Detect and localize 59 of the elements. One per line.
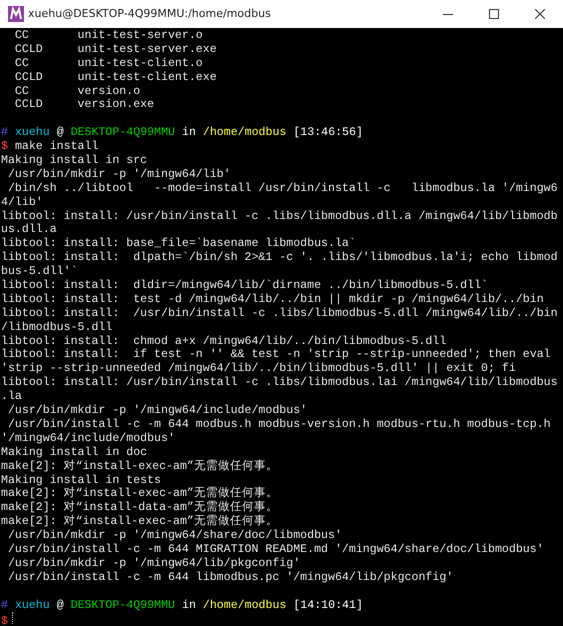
terminal-line: 4/lib' <box>1 196 44 210</box>
prompt-text: /home/modbus <box>202 598 286 612</box>
prompt-symbol: $ <box>1 140 8 154</box>
prompt-text: in <box>182 598 196 612</box>
prompt-text: # <box>1 598 8 612</box>
terminal-line: make[2]: 对“install-exec-am”无需做任何事。 <box>1 515 279 530</box>
terminal-line: 'strip --strip-unneeded /mingw64/lib/../bin/libmodbus-5.dll' || exit 0; fi <box>1 362 517 376</box>
close-icon <box>535 9 545 19</box>
terminal-line: CCLD unit-test-server.exe <box>14 42 218 57</box>
terminal-line: libtool: install: /usr/bin/install -c .libs/libmodbus-5.dll /mingw64/lib/../bin <box>1 306 559 321</box>
terminal-line: libtool: install: dldir=/mingw64/lib/`dirname ../bin/libmodbus-5.dll` <box>1 279 490 293</box>
terminal-line: '/mingw64/include/modbus' <box>1 432 176 446</box>
terminal-line: /usr/bin/mkdir -p '/mingw64/lib' <box>6 168 232 182</box>
prompt-text: DESKTOP-4Q99MMU <box>70 126 176 140</box>
terminal-line: /usr/bin/install -c -m 644 MIGRATION README.md '/mingw64/share/doc/libmodbus' <box>6 542 545 557</box>
terminal-line: libtool: install: /usr/bin/install -c .libs/libmodbus.lai /mingw64/lib/libmodbus <box>1 376 559 390</box>
prompt-text: # <box>1 126 8 140</box>
prompt-text: in <box>182 126 196 140</box>
terminal-line: make[2]: 对“install-data-am”无需做任何事。 <box>1 501 279 514</box>
terminal-line: /usr/bin/mkdir -p '/mingw64/include/modbus' <box>6 404 308 418</box>
maximize-icon <box>489 9 499 19</box>
terminal-line: CC version.o <box>14 84 142 98</box>
terminal-line: CC unit-test-server.o <box>14 29 204 43</box>
terminal-line: make[2]: 对“install-exec-am”无需做任何事。 <box>1 487 279 500</box>
terminal-line: /bin/sh ../libtool --mode=install /usr/bin/install -c libmodbus.la '/mingw6 <box>6 182 559 196</box>
window-title: xuehu@DESKTOP-4Q99MMU:/home/modbus <box>28 6 272 22</box>
prompt-text: @ <box>56 126 64 140</box>
prompt-text: xuehu <box>14 598 50 612</box>
prompt-text: @ <box>56 598 64 612</box>
terminal-line: /usr/bin/install -c -m 644 modbus.h modbus-version.h modbus-rtu.h modbus-tcp.h <box>6 418 552 432</box>
terminal-line: make[2]: 对“install-exec-am”无需做任何事。 <box>1 460 279 474</box>
terminal-line: libtool: install: chmod a+x /mingw64/lib/../bin/libmodbus-5.dll <box>1 334 448 348</box>
terminal-line: /libmodbus-5.dll <box>1 320 114 335</box>
terminal-line: us.dll.a <box>1 223 58 238</box>
terminal-line: CC unit-test-client.o <box>14 56 204 71</box>
command-text: make install <box>14 140 98 154</box>
terminal-line: Making install in src <box>1 154 148 168</box>
prompt-text: DESKTOP-4Q99MMU <box>70 598 176 612</box>
prompt-text: /home/modbus <box>202 126 286 140</box>
terminal-line: Making install in tests <box>1 474 162 486</box>
prompt-text: [14:10:41] <box>293 598 363 612</box>
terminal-line: /usr/bin/install -c -m 644 libmodbus.pc '/mingw64/lib/pkgconfig' <box>6 570 454 585</box>
terminal-line: /usr/bin/mkdir -p '/mingw64/lib/pkgconfig' <box>6 556 302 571</box>
prompt-text: [13:46:56] <box>293 126 363 140</box>
terminal-line: libtool: install: dlpath=`/bin/sh 2>&1 -c '. .libs/'libmodbus.la'i; echo libmod <box>1 251 559 266</box>
text-cursor <box>12 612 13 624</box>
terminal-line: /usr/bin/mkdir -p '/mingw64/share/doc/libmodbus' <box>6 529 343 543</box>
prompt-text: xuehu <box>14 126 50 140</box>
terminal-line: libtool: install: base_file=`basename libmodbus.la` <box>1 237 357 252</box>
terminal-line: CCLD version.exe <box>14 98 156 112</box>
terminal-line: Making install in doc <box>1 446 148 460</box>
terminal-line: libtool: install: test -d /mingw64/lib/../bin || mkdir -p /mingw64/lib/../bin <box>1 292 545 307</box>
terminal-line: libtool: install: /usr/bin/install -c .libs/libmodbus.dll.a /mingw64/lib/libmodb <box>1 210 559 224</box>
terminal-line: libtool: install: if test -n '' && test -n 'strip --strip-unneeded'; then eval <box>1 348 552 362</box>
prompt-symbol: $ <box>1 615 8 626</box>
terminal-line: CCLD unit-test-client.exe <box>14 70 218 85</box>
terminal-line: .la <box>1 390 23 404</box>
terminal-line: bus-5.dll'` <box>1 265 79 280</box>
app-icon <box>8 6 24 22</box>
